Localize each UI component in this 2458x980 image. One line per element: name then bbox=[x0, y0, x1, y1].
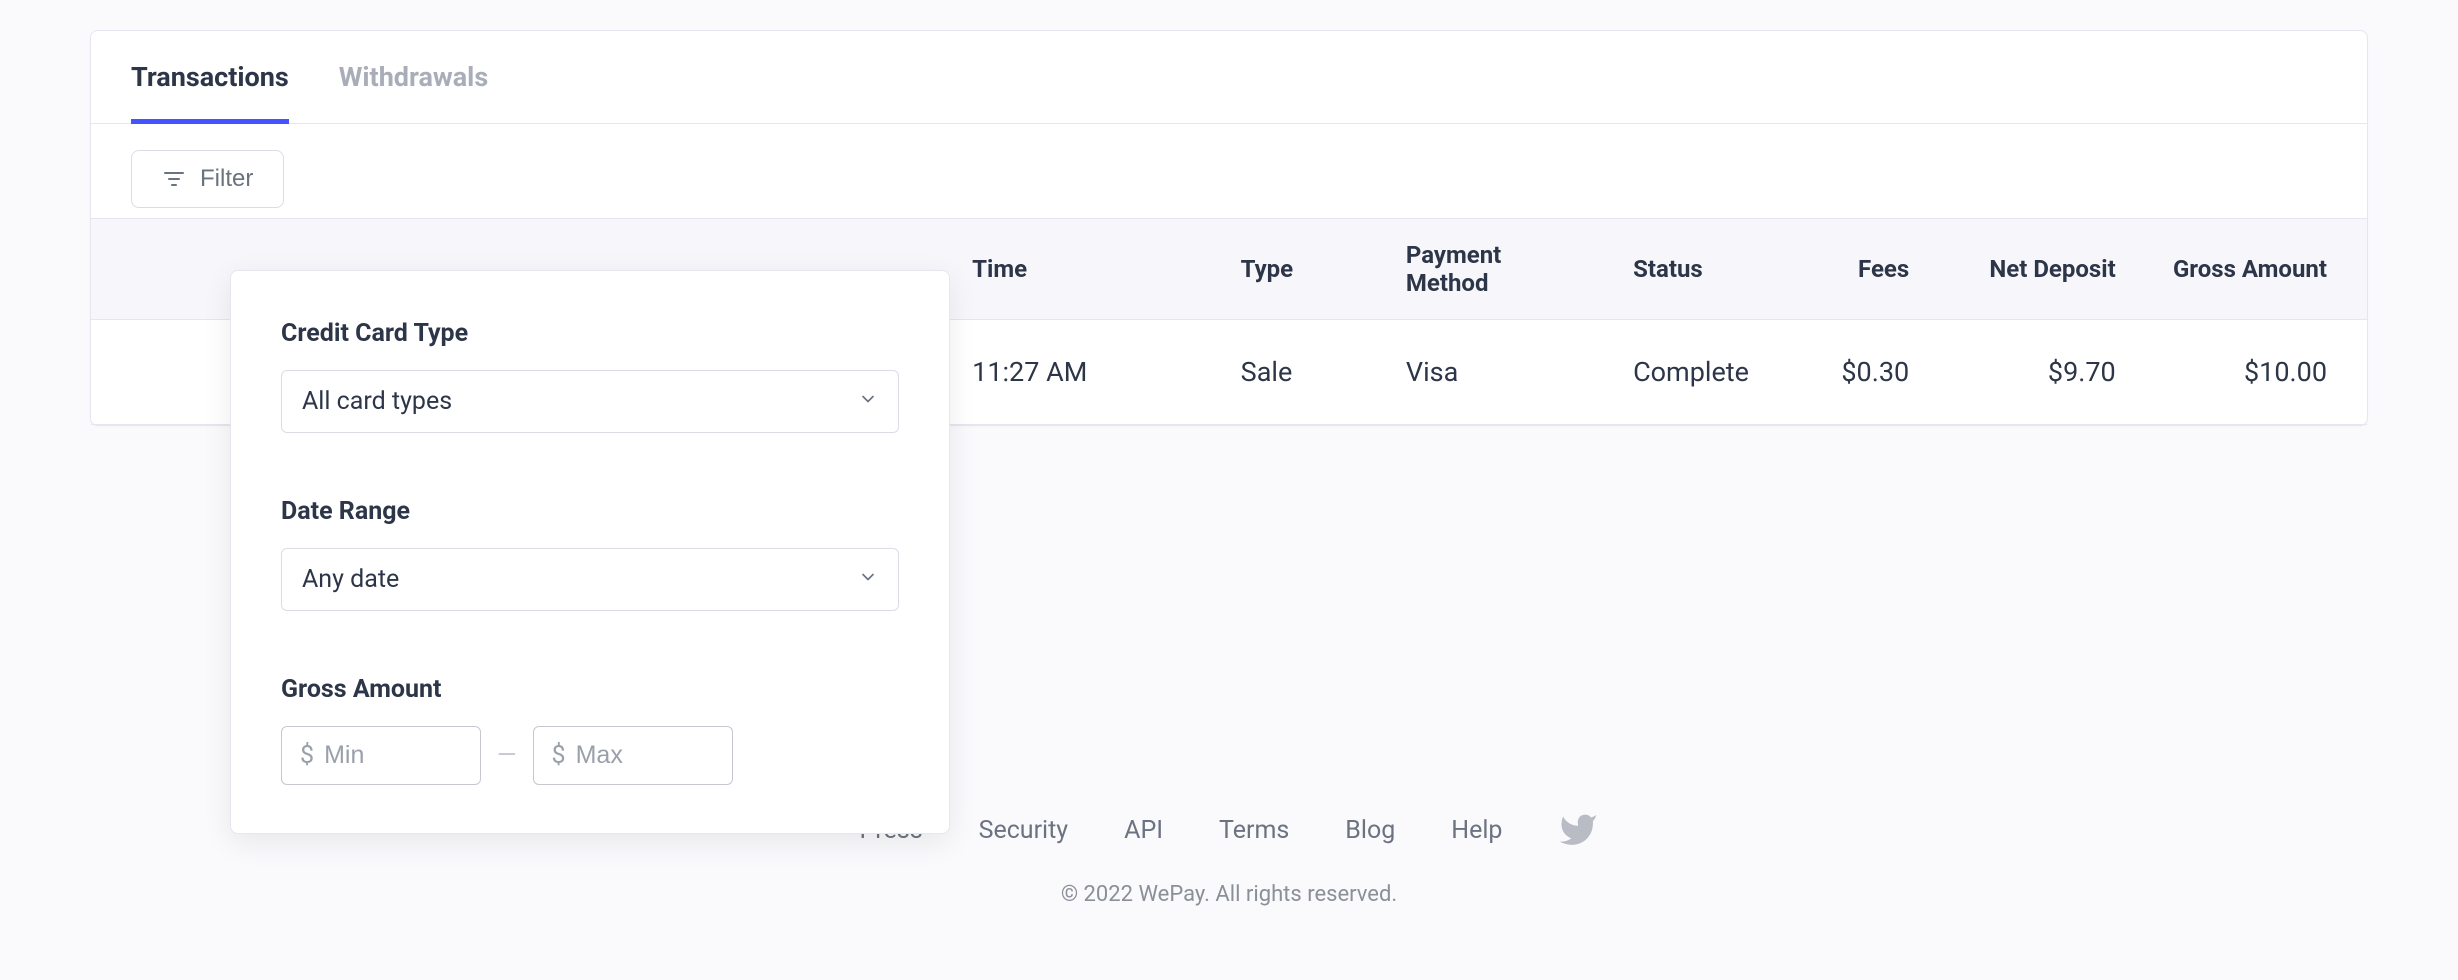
cell-fees: $0.30 bbox=[1778, 320, 1933, 425]
cell-type: Sale bbox=[1217, 320, 1382, 425]
footer-link-blog[interactable]: Blog bbox=[1345, 816, 1395, 845]
cell-net-deposit: $9.70 bbox=[1933, 320, 2140, 425]
currency-symbol: $ bbox=[552, 741, 566, 770]
filter-max-input-wrapper: $ bbox=[533, 726, 733, 785]
filter-icon bbox=[162, 167, 186, 191]
filter-credit-card-select[interactable]: All card types bbox=[281, 370, 899, 433]
filter-button-label: Filter bbox=[200, 165, 253, 193]
table-header-time: Time bbox=[948, 219, 1217, 320]
filter-gross-amount-section: Gross Amount $ — $ bbox=[281, 675, 899, 785]
filter-date-range-select[interactable]: Any date bbox=[281, 548, 899, 611]
filter-date-range-section: Date Range Any date bbox=[281, 497, 899, 611]
cell-status: Complete bbox=[1609, 320, 1778, 425]
table-header-net-deposit: Net Deposit bbox=[1933, 219, 2140, 320]
filter-credit-card-value: All card types bbox=[302, 387, 452, 416]
filter-max-input[interactable] bbox=[576, 741, 714, 770]
filter-popover: Credit Card Type All card types Date Ran… bbox=[230, 270, 950, 834]
tab-withdrawals[interactable]: Withdrawals bbox=[339, 31, 488, 124]
filter-min-input[interactable] bbox=[324, 741, 462, 770]
table-header-status: Status bbox=[1609, 219, 1778, 320]
filter-credit-card-label: Credit Card Type bbox=[281, 319, 899, 348]
chevron-down-icon bbox=[858, 387, 878, 416]
filter-button[interactable]: Filter bbox=[131, 150, 284, 208]
cell-gross-amount: $10.00 bbox=[2140, 320, 2367, 425]
tabs: Transactions Withdrawals bbox=[91, 31, 2367, 124]
tab-transactions[interactable]: Transactions bbox=[131, 31, 289, 124]
chevron-down-icon bbox=[858, 565, 878, 594]
footer-link-security[interactable]: Security bbox=[979, 816, 1069, 845]
filter-credit-card-section: Credit Card Type All card types bbox=[281, 319, 899, 433]
toolbar: Filter bbox=[91, 124, 2367, 218]
footer-copyright: © 2022 WePay. All rights reserved. bbox=[0, 882, 2458, 907]
table-header-fees: Fees bbox=[1778, 219, 1933, 320]
filter-date-range-value: Any date bbox=[302, 565, 399, 594]
cell-payment-method: Visa bbox=[1382, 320, 1609, 425]
footer-link-api[interactable]: API bbox=[1124, 816, 1163, 845]
cell-time: 11:27 AM bbox=[948, 320, 1217, 425]
footer-link-help[interactable]: Help bbox=[1451, 816, 1502, 845]
filter-min-input-wrapper: $ bbox=[281, 726, 481, 785]
table-header-gross-amount: Gross Amount bbox=[2140, 219, 2367, 320]
range-dash: — bbox=[497, 741, 517, 770]
footer-link-terms[interactable]: Terms bbox=[1219, 816, 1289, 845]
filter-gross-amount-label: Gross Amount bbox=[281, 675, 899, 704]
table-header-type: Type bbox=[1217, 219, 1382, 320]
currency-symbol: $ bbox=[300, 741, 314, 770]
twitter-icon[interactable] bbox=[1558, 810, 1598, 850]
table-header-payment-method: Payment Method bbox=[1382, 219, 1609, 320]
filter-date-range-label: Date Range bbox=[281, 497, 899, 526]
